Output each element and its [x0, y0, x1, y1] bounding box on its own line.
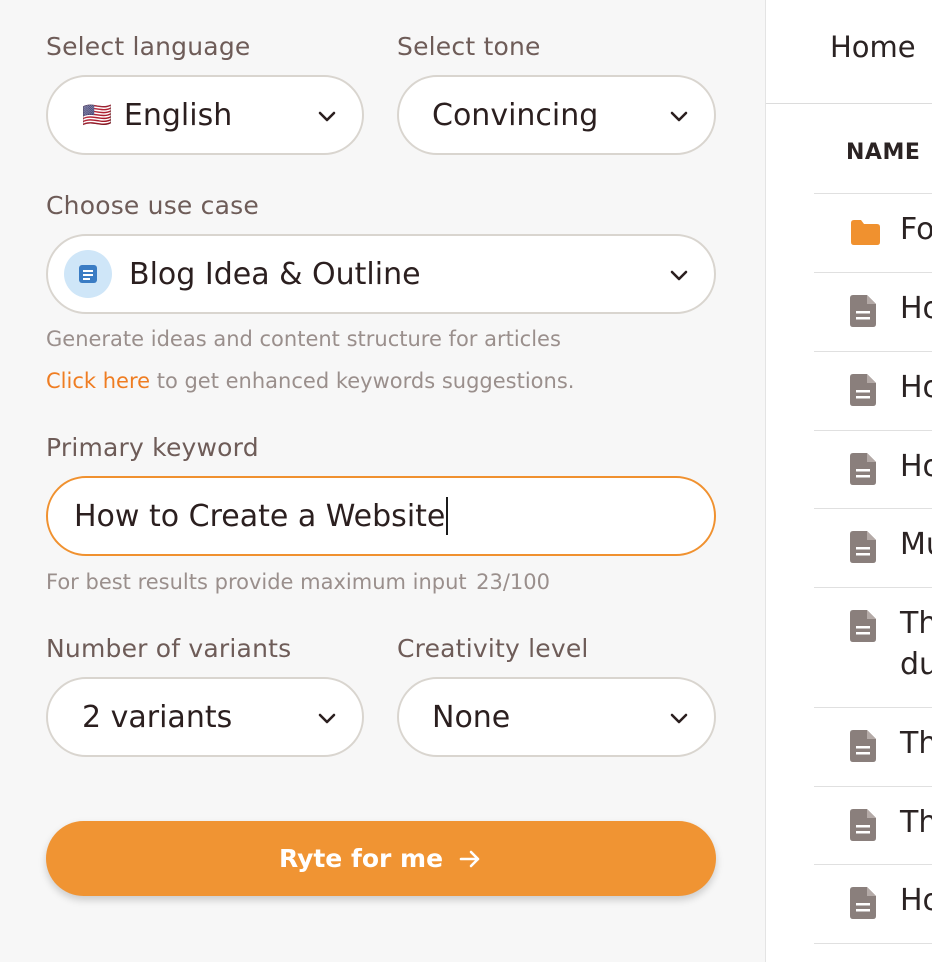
row-divider	[814, 707, 932, 708]
row-divider	[814, 943, 932, 944]
row-divider	[814, 587, 932, 588]
name-column-header[interactable]: NAME	[846, 140, 920, 165]
header-divider	[766, 103, 932, 104]
us-flag-icon: 🇺🇸	[82, 101, 112, 129]
file-icon	[850, 809, 876, 841]
creativity-value: None	[432, 699, 511, 735]
list-item-name: Ho	[900, 370, 932, 405]
row-divider	[814, 508, 932, 509]
row-divider	[814, 864, 932, 865]
keyword-char-counter: 23/100	[476, 570, 550, 594]
ryte-for-me-label: Ryte for me	[278, 844, 444, 873]
list-item-name: Ho	[900, 883, 932, 918]
tone-select[interactable]: Convincing	[397, 75, 716, 155]
creativity-label: Creativity level	[397, 634, 589, 663]
list-item-name-line2: du	[900, 647, 932, 682]
row-divider	[814, 430, 932, 431]
file-icon	[850, 531, 876, 563]
variants-label: Number of variants	[46, 634, 292, 663]
list-item-name: Ho	[900, 291, 932, 326]
variants-select[interactable]: 2 variants	[46, 677, 364, 757]
primary-keyword-value: How to Create a Website	[74, 498, 446, 534]
language-label: Select language	[46, 32, 251, 61]
ryte-for-me-button[interactable]: Ryte for me	[46, 821, 716, 896]
row-divider	[814, 272, 932, 273]
primary-keyword-label: Primary keyword	[46, 433, 259, 462]
document-icon	[64, 250, 112, 298]
list-item-name: Th	[900, 606, 932, 641]
file-icon	[850, 887, 876, 919]
breadcrumb-home[interactable]: Home	[830, 30, 916, 64]
language-value: English	[123, 97, 233, 133]
row-divider	[814, 786, 932, 787]
chevron-down-icon	[668, 264, 690, 286]
use-case-select[interactable]: Blog Idea & Outline	[46, 234, 716, 314]
keyword-suggestion-text: to get enhanced keywords suggestions.	[150, 369, 575, 393]
text-caret	[446, 497, 449, 535]
arrow-right-icon	[459, 850, 480, 867]
language-select[interactable]: 🇺🇸 English	[46, 75, 364, 155]
row-divider	[814, 351, 932, 352]
chevron-down-icon	[668, 105, 690, 127]
list-item-name: Mu	[900, 527, 932, 562]
primary-keyword-input[interactable]: How to Create a Website	[46, 476, 716, 556]
list-item-name: Ho	[900, 449, 932, 484]
chevron-down-icon	[316, 707, 338, 729]
file-icon	[850, 453, 876, 485]
keyword-suggestions-link[interactable]: Click here	[46, 369, 150, 393]
file-icon	[850, 295, 876, 327]
use-case-description: Generate ideas and content structure for…	[46, 327, 561, 351]
list-item-name: Th	[900, 805, 932, 840]
file-icon	[850, 374, 876, 406]
folder-icon	[851, 220, 880, 245]
chevron-down-icon	[668, 707, 690, 729]
row-divider	[814, 193, 932, 194]
variants-value: 2 variants	[82, 699, 233, 735]
panel-divider	[765, 0, 766, 962]
creativity-select[interactable]: None	[397, 677, 716, 757]
tone-value: Convincing	[432, 97, 599, 133]
use-case-value: Blog Idea & Outline	[129, 256, 421, 292]
chevron-down-icon	[316, 105, 338, 127]
keyword-suggestion-note: Click here to get enhanced keywords sugg…	[46, 369, 574, 393]
use-case-label: Choose use case	[46, 191, 259, 220]
file-icon	[850, 610, 876, 642]
list-item-name: Th	[900, 726, 932, 761]
generator-panel: Select language 🇺🇸 English Select tone C…	[0, 0, 766, 962]
file-icon	[850, 730, 876, 762]
keyword-hint: For best results provide maximum input	[46, 570, 467, 594]
list-item-name: Fo	[900, 212, 932, 247]
tone-label: Select tone	[397, 32, 541, 61]
